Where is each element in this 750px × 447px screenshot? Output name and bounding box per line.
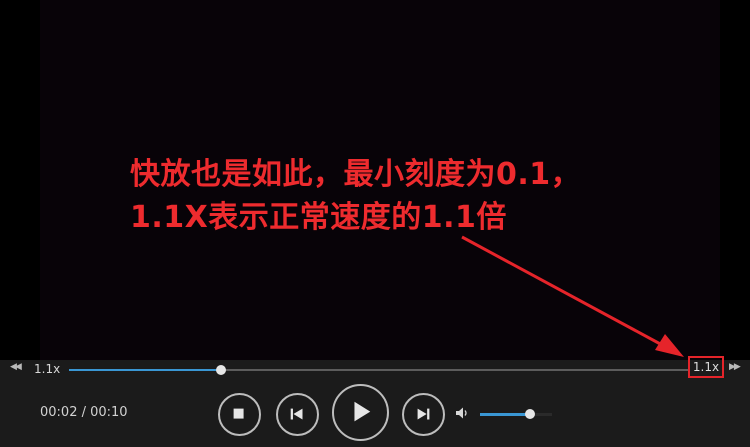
- next-icon: [417, 408, 430, 420]
- volume-slider[interactable]: [480, 409, 552, 419]
- previous-button[interactable]: [276, 393, 319, 436]
- volume-handle[interactable]: [525, 409, 536, 419]
- stop-button[interactable]: [218, 393, 261, 436]
- annotation-line-1: 快放也是如此，最小刻度为0.1，: [130, 157, 582, 192]
- stop-icon: [233, 408, 244, 419]
- volume-icon[interactable]: [455, 406, 469, 420]
- progress-fill: [69, 369, 221, 371]
- next-button[interactable]: [402, 393, 445, 436]
- play-button[interactable]: [332, 384, 389, 441]
- play-icon: [354, 401, 371, 422]
- speed-up-button[interactable]: ▶▶: [729, 362, 741, 372]
- video-area[interactable]: 快放也是如此，最小刻度为0.1， 1.1X表示正常速度的1.1倍: [0, 0, 750, 360]
- annotation-line-2: 1.1X表示正常速度的1.1倍: [130, 200, 507, 235]
- time-display: 00:02 / 00:10: [40, 405, 128, 420]
- annotation-text: 快放也是如此，最小刻度为0.1， 1.1X表示正常速度的1.1倍: [130, 153, 581, 239]
- volume-fill: [480, 413, 531, 416]
- previous-icon: [290, 408, 303, 420]
- progress-bar[interactable]: [69, 365, 689, 375]
- control-bar: ◀◀ 1.1x 1.1x ▶▶ 00:02 / 00:10: [0, 356, 750, 447]
- slow-down-button[interactable]: ◀◀: [10, 362, 22, 372]
- speed-progress-row: ◀◀ 1.1x 1.1x ▶▶: [0, 356, 750, 382]
- speed-label-right: 1.1x: [692, 360, 720, 374]
- progress-handle[interactable]: [215, 365, 226, 375]
- speed-indicator-highlighted: 1.1x: [688, 356, 724, 378]
- speed-label-left: 1.1x: [34, 362, 61, 376]
